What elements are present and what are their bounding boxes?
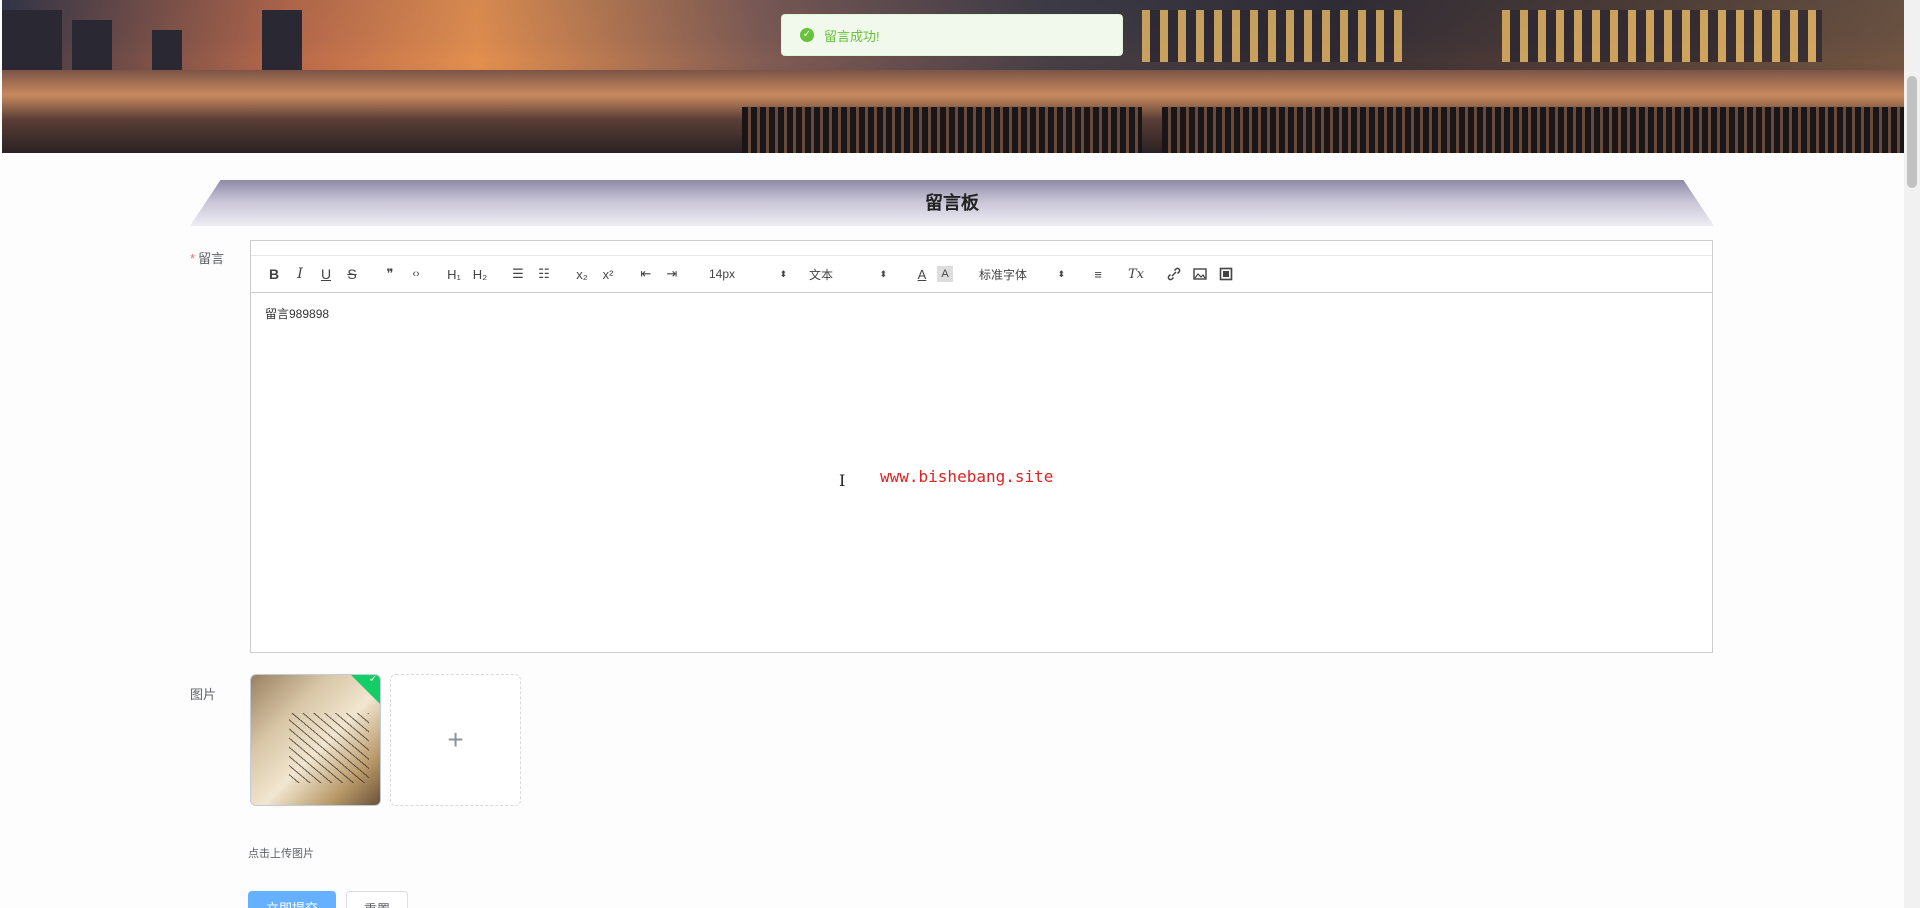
success-toast: ✓ 留言成功! [781,14,1123,56]
background-color-button[interactable]: A [937,266,953,282]
success-check-icon: ✓ [800,28,814,42]
font-family-select[interactable]: 标准字体 ⬍ [979,263,1065,285]
image-icon [1193,268,1207,280]
reset-button[interactable]: 重置 [346,891,408,908]
font-size-select[interactable]: 14px ⬍ [709,263,787,285]
select-arrows-icon: ⬍ [1057,268,1065,279]
select-arrows-icon: ⬍ [779,268,787,279]
select-arrows-icon: ⬍ [879,268,887,279]
uploaded-image-thumbnail[interactable]: ✓ [250,674,381,806]
clean-format-button[interactable]: Tx [1125,263,1147,285]
underline-button[interactable]: U [315,263,337,285]
align-button[interactable]: ≡ [1087,263,1109,285]
submit-button[interactable]: 立即提交 [248,891,336,908]
page-scrollbar[interactable] [1904,0,1920,908]
strike-button[interactable]: S [341,263,363,285]
italic-button[interactable]: I [289,263,311,285]
board-header: 留言板 [190,180,1714,226]
watermark-text: www.bishebang.site [880,467,1054,486]
editor-content[interactable]: 留言989898 I www.bishebang.site [251,293,1712,651]
code-block-button[interactable]: ‹› [405,263,427,285]
link-button[interactable] [1163,263,1185,285]
page-title: 留言板 [925,193,979,213]
upload-success-icon: ✓ [351,675,380,704]
bold-button[interactable]: B [263,263,285,285]
image-button[interactable] [1189,263,1211,285]
scrollbar-thumb[interactable] [1907,76,1917,188]
header-1-button[interactable]: H₁ [443,263,465,285]
outdent-button[interactable]: ⇤ [635,263,657,285]
text-cursor-icon: I [839,471,846,490]
upload-tip: 点击上传图片 [248,848,314,860]
indent-button[interactable]: ⇥ [661,263,683,285]
message-label: * 留言 [190,251,225,266]
header-select[interactable]: 文本 ⬍ [809,263,887,285]
editor-toolbar: B I U S ❞ ‹› H₁ H₂ ☰ ☷ x₂ x² ⇤ ⇥ 14px ⬍ 文… [251,256,1712,293]
image-label: 图片 [190,687,217,702]
link-icon [1167,267,1181,281]
ordered-list-button[interactable]: ☰ [507,263,529,285]
subscript-button[interactable]: x₂ [571,263,593,285]
toast-message: 留言成功! [824,28,880,44]
rich-text-editor: B I U S ❞ ‹› H₁ H₂ ☰ ☷ x₂ x² ⇤ ⇥ 14px ⬍ 文… [250,240,1713,653]
header-2-button[interactable]: H₂ [469,263,491,285]
plus-icon: + [447,724,464,755]
video-icon [1219,267,1233,281]
image-upload-button[interactable]: + [390,674,521,806]
bullet-list-button[interactable]: ☷ [533,263,555,285]
message-text: 留言989898 [265,307,330,321]
text-color-button[interactable]: A [911,263,933,285]
video-button[interactable] [1215,263,1237,285]
superscript-button[interactable]: x² [597,263,619,285]
blockquote-button[interactable]: ❞ [379,263,401,285]
